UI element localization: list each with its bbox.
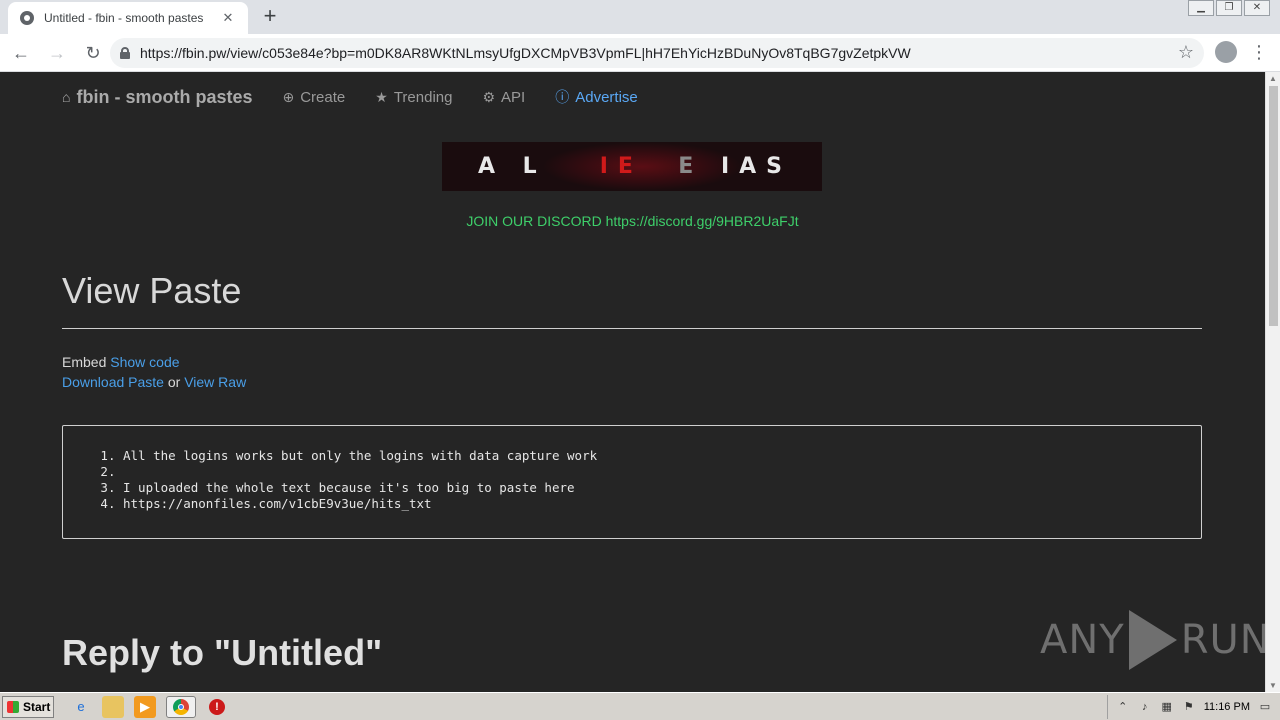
nav-create-label: Create [300, 88, 346, 106]
network-icon[interactable]: ▦ [1160, 700, 1174, 714]
bookmark-star-icon[interactable]: ☆ [1178, 42, 1194, 63]
paste-line: All the logins works but only the logins… [123, 448, 1201, 464]
page-title: View Paste [62, 270, 242, 311]
play-logo-icon [1128, 610, 1177, 670]
show-desktop-icon[interactable]: ▭ [1258, 700, 1272, 714]
start-label: Start [23, 699, 51, 714]
url-text[interactable]: https://fbin.pw/view/c053e84e?bp=m0DK8AR… [140, 45, 1204, 61]
nav-advertise[interactable]: ⓘ Advertise [555, 87, 638, 107]
stop-icon[interactable]: ! [206, 696, 228, 718]
banner-text-part3: E [678, 154, 721, 179]
windows-logo-icon [7, 700, 19, 713]
browser-toolbar: ← → ↻ https://fbin.pw/view/c053e84e?bp=m… [0, 34, 1280, 72]
scroll-down-icon[interactable]: ▼ [1269, 681, 1277, 690]
internet-explorer-icon[interactable]: e [70, 696, 92, 718]
browser-tab[interactable]: Untitled - fbin - smooth pastes ✕ [8, 2, 248, 34]
chrome-taskbar-icon[interactable] [166, 695, 196, 718]
paste-lines: All the logins works but only the logins… [99, 448, 1201, 512]
volume-icon[interactable]: ♪ [1138, 700, 1152, 714]
site-navbar: ⌂ fbin - smooth pastes ⊕ Create ★ Trendi… [62, 86, 668, 108]
divider [62, 328, 1202, 329]
clock[interactable]: 11:16 PM [1204, 701, 1250, 713]
nav-create[interactable]: ⊕ Create [282, 89, 345, 106]
ad-banner[interactable]: A L IE E IAS [442, 142, 822, 191]
page-scrollbar[interactable]: ▲ ▼ [1265, 72, 1280, 692]
media-player-icon[interactable]: ▶ [134, 695, 156, 718]
nav-trending[interactable]: ★ Trending [375, 89, 452, 106]
info-icon: ⓘ [555, 89, 570, 105]
banner-text: A L IE E IAS [478, 154, 792, 179]
embed-label: Embed [62, 354, 107, 370]
reply-heading: Reply to "Untitled" [62, 632, 383, 673]
discord-link[interactable]: JOIN OUR DISCORD https://discord.gg/9HBR… [0, 213, 1265, 229]
tab-strip: Untitled - fbin - smooth pastes ✕ + ▁ ❐ … [0, 0, 1280, 34]
forward-button[interactable]: → [42, 38, 72, 68]
tray-expand-icon[interactable]: ⌃ [1116, 700, 1130, 714]
system-tray: ⌃ ♪ ▦ ⚑ 11:16 PM ▭ [1106, 695, 1280, 719]
watermark-right: RUN [1180, 617, 1265, 663]
home-icon: ⌂ [62, 89, 71, 105]
paste-content: All the logins works but only the logins… [62, 425, 1202, 539]
profile-avatar-icon[interactable] [1215, 41, 1237, 63]
view-raw-link[interactable]: View Raw [184, 374, 246, 390]
paste-line [123, 464, 1201, 480]
nav-trending-label: Trending [393, 88, 453, 106]
folder-icon[interactable] [102, 695, 124, 718]
window-controls: ▁ ❐ ✕ [1188, 0, 1270, 16]
nav-api[interactable]: ⚙ API [482, 89, 525, 106]
download-paste-link[interactable]: Download Paste [62, 374, 164, 390]
close-tab-icon[interactable]: ✕ [220, 10, 236, 26]
nav-api-label: API [501, 88, 526, 106]
lock-icon[interactable] [120, 47, 130, 59]
close-window-button[interactable]: ✕ [1244, 0, 1270, 16]
show-code-link[interactable]: Show code [110, 354, 179, 370]
back-button[interactable]: ← [6, 38, 36, 68]
banner-text-part2: IE [599, 154, 643, 179]
start-button[interactable]: Start [2, 695, 54, 718]
chrome-menu-icon[interactable]: ⋮ [1250, 40, 1268, 64]
scroll-thumb[interactable] [1269, 86, 1278, 326]
paste-line: https://anonfiles.com/v1cbE9v3ue/hits_tx… [123, 496, 1201, 512]
tab-title: Untitled - fbin - smooth pastes [44, 11, 204, 25]
page-viewport: ⌂ fbin - smooth pastes ⊕ Create ★ Trendi… [0, 72, 1265, 692]
paste-line: I uploaded the whole text because it's t… [123, 480, 1201, 496]
gear-icon: ⚙ [482, 88, 496, 105]
or-label: or [167, 374, 181, 390]
banner-text-part1: A L [478, 154, 565, 179]
banner-text-part4: IAS [720, 154, 792, 179]
star-icon: ★ [375, 88, 388, 105]
watermark-left: ANY [1040, 617, 1125, 663]
reload-button[interactable]: ↻ [78, 38, 108, 68]
new-tab-button[interactable]: + [258, 4, 282, 30]
nav-advertise-label: Advertise [575, 88, 638, 106]
restore-button[interactable]: ❐ [1216, 0, 1242, 16]
windows-taskbar: Start e ▶ ! ⌃ ♪ ▦ ⚑ 11:16 PM ▭ [0, 692, 1280, 720]
anyrun-watermark: ANY RUN [1040, 610, 1265, 670]
paste-actions: Embed Show code Download Paste or View R… [62, 352, 246, 392]
flag-icon[interactable]: ⚑ [1182, 700, 1196, 714]
minimize-button[interactable]: ▁ [1188, 0, 1214, 16]
scroll-up-icon[interactable]: ▲ [1269, 74, 1277, 83]
address-bar[interactable]: https://fbin.pw/view/c053e84e?bp=m0DK8AR… [110, 38, 1204, 68]
globe-icon [20, 11, 34, 25]
plus-circle-icon: ⊕ [282, 88, 295, 105]
brand-link[interactable]: ⌂ fbin - smooth pastes [62, 87, 252, 108]
brand-label: fbin - smooth pastes [76, 86, 253, 107]
